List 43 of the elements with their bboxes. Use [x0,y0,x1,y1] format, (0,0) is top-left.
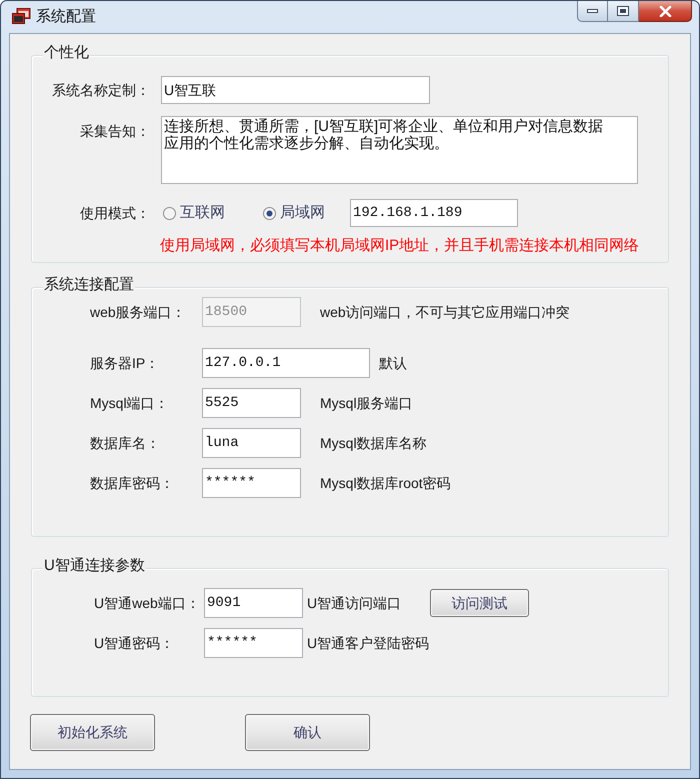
input-field[interactable]: U智互联 [161,76,430,104]
input-field[interactable]: 9091 [204,588,303,618]
field-label: U智通密码： [94,634,176,652]
radio-option[interactable]: 局域网 [263,202,325,224]
input-field[interactable]: ****** [202,468,301,498]
maximize-button[interactable] [608,1,639,22]
window-title: 系统配置 [36,8,96,26]
field-label: 使用模式： [80,204,150,222]
field-hint: U智通客户登陆密码 [307,634,430,652]
action-button[interactable]: 初始化系统 [30,714,155,751]
radio-option[interactable]: 互联网 [163,202,225,224]
group-title: 个性化 [43,44,90,61]
field-label: web服务端口： [90,302,187,322]
field-label: 数据库名： [90,434,161,452]
test-button[interactable]: 访问测试 [430,589,529,617]
field-hint: Mysql服务端口 [320,394,413,413]
field-hint: web访问端口，不可与其它应用端口冲突 [320,302,570,322]
text-area[interactable]: 连接所想、贯通所需，[U智互联]可将企业、单位和用户对信息数据应用的个性化需求逐步分解、自动化实现。 [161,116,638,184]
group-title: U智通连接参数 [43,557,146,574]
input-field[interactable]: luna [202,428,301,458]
field-label: 采集告知： [80,122,150,141]
close-button[interactable] [639,1,692,22]
field-hint: U智通访问端口 [307,594,402,612]
input-field[interactable]: 192.168.1.189 [350,199,518,227]
group-title: 系统连接配置 [43,276,135,293]
field-hint: 默认 [379,354,407,372]
field-hint: Mysql数据库名称 [320,434,427,453]
field-label: 系统名称定制： [52,80,150,100]
field-label: 服务器IP： [90,354,160,372]
app-icon [12,8,31,24]
warning-text: 使用局域网，必须填写本机局域网IP地址，并且手机需连接本机相同网络 [160,237,640,254]
field-label: U智通web端口： [94,594,201,612]
close-icon [658,6,672,16]
minimize-icon [587,9,598,13]
field-label: 数据库密码： [90,474,175,492]
field-label: Mysql端口： [90,394,170,413]
action-button[interactable]: 确认 [245,714,370,751]
maximize-icon [617,6,629,16]
input-field[interactable]: 127.0.0.1 [202,348,370,378]
input-field[interactable]: ****** [204,628,303,658]
minimize-button[interactable] [577,1,608,22]
field-hint: Mysql数据库root密码 [320,474,451,493]
input-field[interactable]: 5525 [202,388,301,418]
